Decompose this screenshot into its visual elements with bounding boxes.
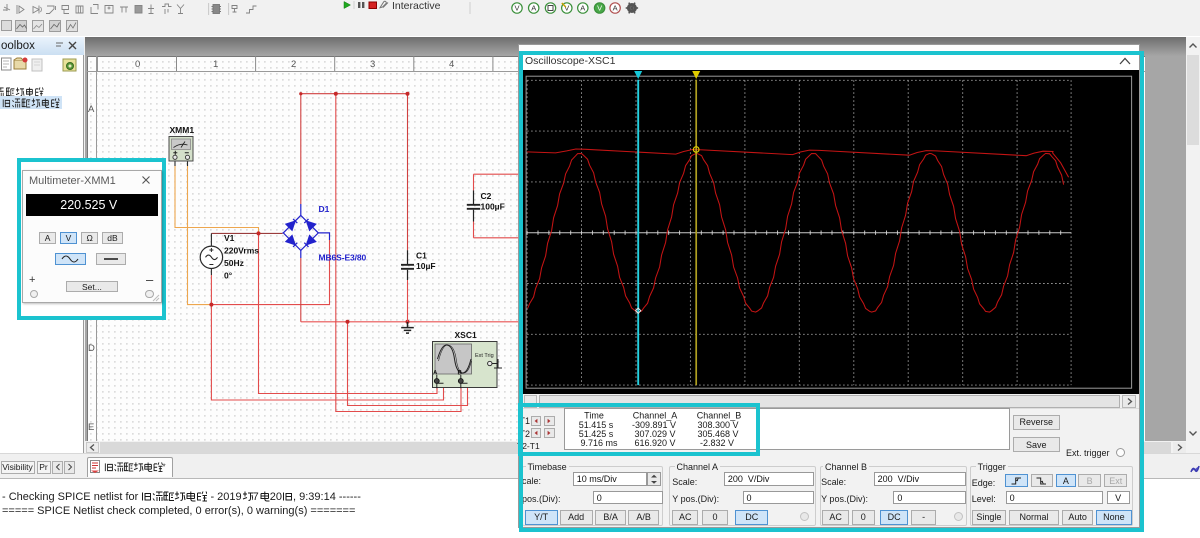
svg-text:MB6S-E3/80: MB6S-E3/80: [319, 253, 367, 263]
svg-text:A: A: [613, 4, 618, 13]
svg-text:10µF: 10µF: [416, 261, 436, 271]
svg-text:XSC1: XSC1: [455, 330, 477, 340]
svg-text:A: A: [580, 4, 585, 13]
svg-text:D1: D1: [319, 204, 330, 214]
svg-text:Ext Trig: Ext Trig: [475, 353, 494, 359]
svg-text:E: E: [88, 422, 94, 433]
svg-text:V: V: [514, 4, 519, 13]
svg-text:V1: V1: [224, 233, 235, 243]
svg-text:A: A: [531, 4, 536, 13]
svg-text:V: V: [597, 4, 602, 13]
svg-text:100µF: 100µF: [481, 202, 505, 212]
svg-text:A: A: [433, 371, 438, 377]
svg-text:C1: C1: [416, 251, 427, 261]
svg-text:Interactive: Interactive: [392, 0, 441, 12]
svg-text:4: 4: [449, 59, 454, 70]
svg-text:2: 2: [291, 59, 296, 70]
svg-text:0: 0: [135, 59, 140, 70]
svg-text:*: *: [162, 461, 166, 471]
svg-text:C2: C2: [481, 191, 492, 201]
svg-text:A: A: [88, 104, 95, 115]
svg-text:B: B: [458, 371, 463, 377]
svg-text:XMM1: XMM1: [170, 125, 195, 135]
svg-text:50Hz: 50Hz: [224, 258, 244, 268]
svg-text:0°: 0°: [224, 271, 233, 281]
svg-text:220Vrms: 220Vrms: [224, 246, 259, 256]
svg-text:V: V: [564, 4, 569, 13]
svg-text:D: D: [88, 343, 95, 354]
svg-text:3: 3: [370, 59, 375, 70]
svg-text:1: 1: [213, 59, 218, 70]
